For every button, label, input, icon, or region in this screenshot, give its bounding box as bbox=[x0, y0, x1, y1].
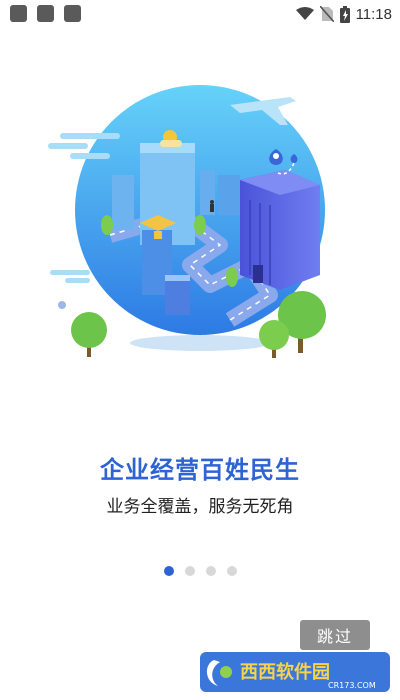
status-time: 11:18 bbox=[355, 5, 392, 23]
tree-icon bbox=[71, 312, 107, 357]
person-icon bbox=[210, 200, 214, 212]
page-dot-active[interactable] bbox=[163, 566, 174, 576]
battery-charging-icon bbox=[339, 5, 350, 23]
page-dot[interactable] bbox=[205, 566, 216, 576]
no-sim-icon bbox=[319, 6, 334, 22]
wifi-icon bbox=[295, 7, 314, 20]
onboarding-subtitle: 业务全覆盖，服务无死角 bbox=[106, 497, 294, 517]
page-indicator bbox=[0, 566, 400, 576]
svg-text:CR173.COM: CR173.COM bbox=[328, 681, 376, 690]
skip-button[interactable]: 跳过 bbox=[300, 620, 370, 650]
city-illustration bbox=[48, 85, 326, 358]
page-dot[interactable] bbox=[184, 566, 195, 576]
app-square-icon bbox=[10, 5, 27, 22]
app-square-icon bbox=[64, 5, 81, 22]
watermark-logo: 西西软件园 CR173.COM bbox=[200, 652, 390, 692]
onboarding-title: 企业经营百姓民生 bbox=[100, 456, 300, 484]
page-dot[interactable] bbox=[226, 566, 237, 576]
status-bar: 11:18 bbox=[0, 0, 400, 30]
app-square-icon bbox=[37, 5, 54, 22]
svg-text:西西软件园: 西西软件园 bbox=[240, 661, 330, 683]
